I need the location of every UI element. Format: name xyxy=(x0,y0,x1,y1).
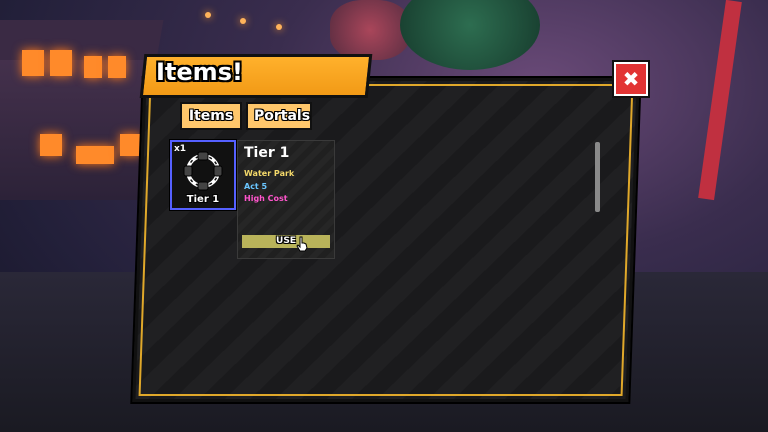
house-window xyxy=(76,146,114,164)
tab-portals[interactable]: Portals xyxy=(246,102,312,130)
close-button[interactable]: ✖ xyxy=(614,62,648,96)
background-tree xyxy=(400,0,540,70)
house-window xyxy=(40,134,62,156)
house-window xyxy=(108,56,126,78)
house-window xyxy=(120,134,140,156)
background-pole xyxy=(698,0,742,201)
house-window xyxy=(22,50,44,76)
tab-items[interactable]: Items xyxy=(180,102,242,130)
close-icon: ✖ xyxy=(622,67,640,91)
scrollbar[interactable] xyxy=(595,142,600,212)
use-button[interactable]: USE xyxy=(242,235,330,248)
string-light xyxy=(205,12,211,18)
inventory-slot[interactable]: x1 Tier 1 xyxy=(170,140,236,210)
portal-ring-icon xyxy=(183,151,223,191)
house-window xyxy=(50,50,72,76)
house-window xyxy=(84,56,102,78)
detail-title: Tier 1 xyxy=(244,145,290,161)
background-house xyxy=(0,20,164,200)
background-tree-red xyxy=(330,0,410,60)
string-light xyxy=(276,24,282,30)
detail-act: Act 5 xyxy=(244,182,268,191)
detail-modifier: High Cost xyxy=(244,194,288,203)
string-light xyxy=(240,18,246,24)
item-detail-card: Tier 1 Water Park Act 5 High Cost USE xyxy=(237,140,335,259)
window-title: Items! xyxy=(156,58,243,86)
hand-cursor-icon xyxy=(296,236,308,252)
detail-map: Water Park xyxy=(244,169,295,178)
item-label: Tier 1 xyxy=(186,194,220,205)
